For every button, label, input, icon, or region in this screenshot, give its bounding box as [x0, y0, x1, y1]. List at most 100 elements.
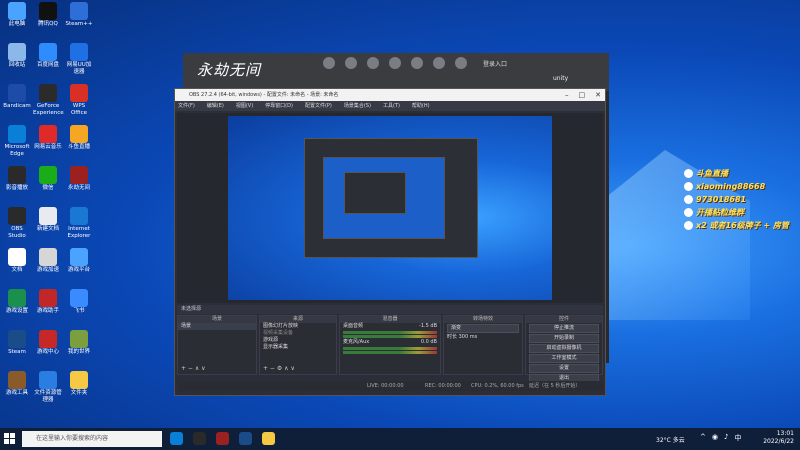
source-item[interactable]: 游戏源 [260, 337, 336, 344]
weibo-icon[interactable] [323, 57, 335, 69]
menu-item[interactable]: 停靠窗口(D) [265, 101, 293, 111]
clock[interactable]: 13:01 2022/6/22 [763, 430, 794, 446]
window-controls: – □ ✕ [565, 89, 601, 101]
desktop-icon[interactable]: WPS Office [64, 84, 94, 117]
obs-preview[interactable] [177, 113, 603, 303]
desktop-icon[interactable]: 飞书 [64, 289, 94, 315]
taskbar-search-input[interactable]: 在这里输入你要搜索的内容 [22, 431, 162, 447]
tiktok-icon[interactable] [433, 57, 445, 69]
menu-item[interactable]: 工具(T) [383, 101, 400, 111]
obs-taskbar-icon[interactable] [193, 432, 206, 445]
desktop-icon-label: WPS Office [70, 103, 88, 116]
menu-item[interactable]: 视图(V) [236, 101, 253, 111]
settings-button[interactable]: 设置 [529, 364, 599, 373]
desktop-icon[interactable]: 回收站 [2, 43, 32, 69]
desktop-icon[interactable]: OBS Studio [2, 207, 32, 240]
wechat-icon[interactable] [367, 57, 379, 69]
edge-taskbar-icon[interactable] [170, 432, 183, 445]
avatar-icon[interactable] [345, 57, 357, 69]
desktop-icon[interactable]: 此电脑 [2, 2, 32, 28]
desktop-icon-label: Steam++ [65, 21, 93, 27]
weather-widget[interactable]: 32°C 多云 [656, 435, 685, 444]
mute-icon[interactable] [455, 57, 467, 69]
obs-titlebar: OBS 27.2.4 (64-bit, windows) - 配置文件: 未命名… [175, 89, 605, 101]
menu-item[interactable]: 帮助(H) [412, 101, 430, 111]
volume-meter[interactable] [343, 347, 437, 350]
scenes-dock-controls[interactable]: + − ∧ ∨ [181, 365, 206, 372]
tray-icons: ^ ◉ ♪ 中 [700, 433, 741, 443]
bilibili-icon[interactable] [411, 57, 423, 69]
source-item[interactable]: 视频采集设备 [260, 330, 336, 337]
desktop-icon[interactable]: 游戏设置 [2, 289, 32, 315]
desktop-icon[interactable]: 网易云音乐 [33, 125, 63, 151]
network-icon[interactable]: ◉ [712, 433, 718, 443]
desktop-icon[interactable]: 影音播放 [2, 166, 32, 192]
nested-obs-window [304, 138, 478, 258]
desktop-icon[interactable]: 游戏工具 [2, 371, 32, 397]
desktop-icon[interactable]: 游戏平台 [64, 248, 94, 274]
desktop-icon[interactable]: 网易UU加速器 [64, 43, 94, 76]
windows-start-icon[interactable] [4, 433, 16, 445]
desktop-icon[interactable]: 百度网盘 [33, 43, 63, 69]
virtual-camera-button[interactable]: 启动虚拟摄像机 [529, 344, 599, 353]
duration-input[interactable]: 300 ms [459, 334, 478, 340]
maximize-icon[interactable]: □ [579, 89, 586, 101]
desktop-icon-label: Microsoft Edge [4, 144, 30, 157]
chevron-up-icon[interactable]: ^ [700, 433, 706, 443]
volume-meter[interactable] [343, 351, 437, 354]
sources-dock-controls[interactable]: + − ⚙ ∧ ∨ [263, 365, 295, 372]
desktop-icon[interactable]: Bandicam [2, 84, 32, 110]
volume-meter[interactable] [343, 335, 437, 338]
menu-item[interactable]: 场景集合(S) [344, 101, 371, 111]
desktop-icon[interactable]: Internet Explorer [64, 207, 94, 240]
source-item[interactable]: 显示器采集 [260, 344, 336, 351]
desktop-icon[interactable]: 游戏中心 [33, 330, 63, 356]
desktop-icon[interactable]: Steam [2, 330, 32, 356]
desktop-icon[interactable]: Microsoft Edge [2, 125, 32, 158]
desktop-icon[interactable]: 游戏助手 [33, 289, 63, 315]
language-indicator[interactable]: 中 [734, 433, 741, 443]
minimize-icon[interactable]: – [565, 89, 569, 101]
game-taskbar-icon[interactable] [216, 432, 229, 445]
menu-item[interactable]: 编辑(E) [207, 101, 224, 111]
desktop-icon[interactable]: 微信 [33, 166, 63, 192]
desktop-icon-label: GeForce Experience [33, 103, 64, 116]
app-icon [8, 84, 26, 102]
desktop-icon[interactable]: 斗鱼直播 [64, 125, 94, 151]
desktop-icon[interactable]: GeForce Experience [33, 84, 64, 117]
desktop-icon[interactable]: 文档 [2, 248, 32, 274]
desktop-icon-label: 游戏加速 [36, 267, 59, 273]
desktop-icon[interactable]: 文件夹 [64, 371, 94, 397]
desktop-icon[interactable]: Steam++ [64, 2, 94, 28]
app-icon [39, 84, 57, 102]
close-icon[interactable]: ✕ [595, 89, 601, 101]
login-link[interactable]: 登录入口 [483, 59, 507, 68]
menu-item[interactable]: 配置文件(P) [305, 101, 332, 111]
start-recording-button[interactable]: 开始录制 [529, 334, 599, 343]
desktop-icon[interactable]: 腾讯QQ [33, 2, 63, 28]
desktop-icon[interactable]: 新建文档 [33, 207, 63, 233]
studio-mode-button[interactable]: 工作室模式 [529, 354, 599, 363]
desktop-icon-label: 游戏设置 [5, 308, 28, 314]
volume-icon[interactable]: ♪ [724, 433, 728, 443]
desktop-icon[interactable]: 永劫无间 [64, 166, 94, 192]
transition-select[interactable]: 渐变 [447, 324, 519, 333]
obs-statusbar: LIVE: 00:00:00 REC: 00:00:00 CPU: 0.2%, … [177, 381, 603, 391]
desktop-icon-label: 斗鱼直播 [67, 144, 90, 150]
desktop-icon[interactable]: 游戏加速 [33, 248, 63, 274]
desktop-icon[interactable]: 文件资源管理器 [33, 371, 63, 404]
desktop-icon-label: 网易UU加速器 [66, 62, 92, 75]
qq-icon[interactable] [389, 57, 401, 69]
mixer-dock-title: 混音器 [340, 316, 440, 323]
source-item[interactable]: 图像幻灯片放映 [260, 323, 336, 330]
stop-streaming-button[interactable]: 停止推流 [529, 324, 599, 333]
desktop-icon[interactable]: 我的世界 [64, 330, 94, 356]
scene-item[interactable]: 场景 [178, 323, 256, 330]
menu-item[interactable]: 文件(F) [178, 101, 195, 111]
app-icon [39, 2, 57, 20]
volume-meter[interactable] [343, 331, 437, 334]
mixer-track-db: 0.0 dB [420, 339, 437, 345]
obs-window[interactable]: OBS 27.2.4 (64-bit, windows) - 配置文件: 未命名… [174, 88, 606, 396]
steam-taskbar-icon[interactable] [239, 432, 252, 445]
explorer-taskbar-icon[interactable] [262, 432, 275, 445]
